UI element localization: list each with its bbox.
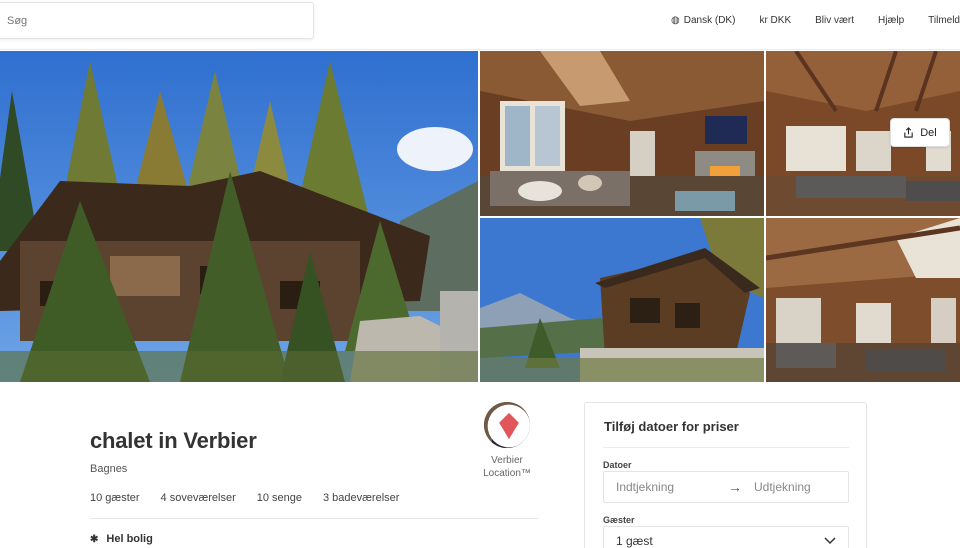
signup-label: Tilmeld: [928, 14, 960, 26]
top-header: ◍ Dansk (DK) kr DKK Bliv vært Hjælp Tilm…: [0, 0, 960, 50]
chevron-down-icon: [824, 537, 836, 545]
host-profile[interactable]: Verbier Location™: [478, 402, 536, 480]
host-name-line1: Verbier: [491, 455, 523, 466]
help-label: Hjælp: [878, 14, 905, 26]
listing-title: chalet in Verbier: [90, 428, 257, 453]
checkout-field[interactable]: Udtjekning: [754, 480, 811, 494]
listing-location: Bagnes: [90, 463, 128, 475]
currency-label: kr DKK: [759, 14, 792, 26]
become-host-link[interactable]: Bliv vært: [815, 15, 854, 26]
home-icon: ✱: [90, 533, 99, 545]
guests-value: 1 gæst: [616, 534, 653, 548]
host-name-line2: Location™: [483, 468, 531, 479]
signup-link[interactable]: Tilmeld: [928, 15, 960, 26]
share-button[interactable]: Del: [890, 118, 950, 147]
become-host-label: Bliv vært: [815, 14, 855, 26]
dates-label: Datoer: [603, 460, 632, 470]
bathrooms-count: 3 badeværelser: [323, 492, 400, 504]
bedrooms-count: 4 soveværelser: [160, 492, 236, 504]
listing-facts: 10 gæster 4 soveværelser 10 senge 3 bade…: [90, 492, 420, 504]
photo-main-exterior[interactable]: [0, 51, 478, 382]
language-label: Dansk (DK): [683, 14, 736, 26]
guests-label: Gæster: [603, 515, 635, 525]
photo-interior-attic[interactable]: [766, 218, 960, 382]
photo-exterior-mountains[interactable]: [480, 218, 764, 382]
guests-select[interactable]: 1 gæst: [603, 526, 849, 548]
currency-selector[interactable]: kr DKK: [759, 15, 791, 26]
beds-count: 10 senge: [256, 492, 302, 504]
help-link[interactable]: Hjælp: [878, 15, 904, 26]
feature-label: Hel bolig: [106, 533, 153, 545]
superhost-badge-icon: [487, 404, 530, 448]
search-bar[interactable]: [0, 2, 314, 39]
dates-picker[interactable]: Indtjekning → Udtjekning: [603, 471, 849, 503]
booking-card: Tilføj datoer for priser Datoer Indtjekn…: [584, 402, 867, 548]
share-icon: [904, 127, 913, 138]
language-selector[interactable]: ◍ Dansk (DK): [671, 15, 735, 26]
booking-divider: [603, 447, 849, 448]
top-nav: ◍ Dansk (DK) kr DKK Bliv vært Hjælp Tilm…: [671, 0, 960, 40]
share-label: Del: [920, 126, 937, 139]
search-input[interactable]: [7, 14, 313, 27]
host-avatar[interactable]: [484, 402, 530, 448]
globe-icon: ◍: [671, 14, 680, 26]
checkin-field[interactable]: Indtjekning: [616, 480, 724, 494]
feature-entire-home: ✱ Hel bolig: [90, 533, 153, 545]
guests-count: 10 gæster: [90, 492, 140, 504]
photo-gallery: Del: [0, 51, 960, 382]
section-divider: [90, 518, 538, 519]
arrow-right-icon: →: [728, 479, 742, 495]
photo-living-room[interactable]: [480, 51, 764, 216]
host-name[interactable]: Verbier Location™: [478, 454, 536, 480]
booking-title: Tilføj datoer for priser: [604, 419, 739, 434]
